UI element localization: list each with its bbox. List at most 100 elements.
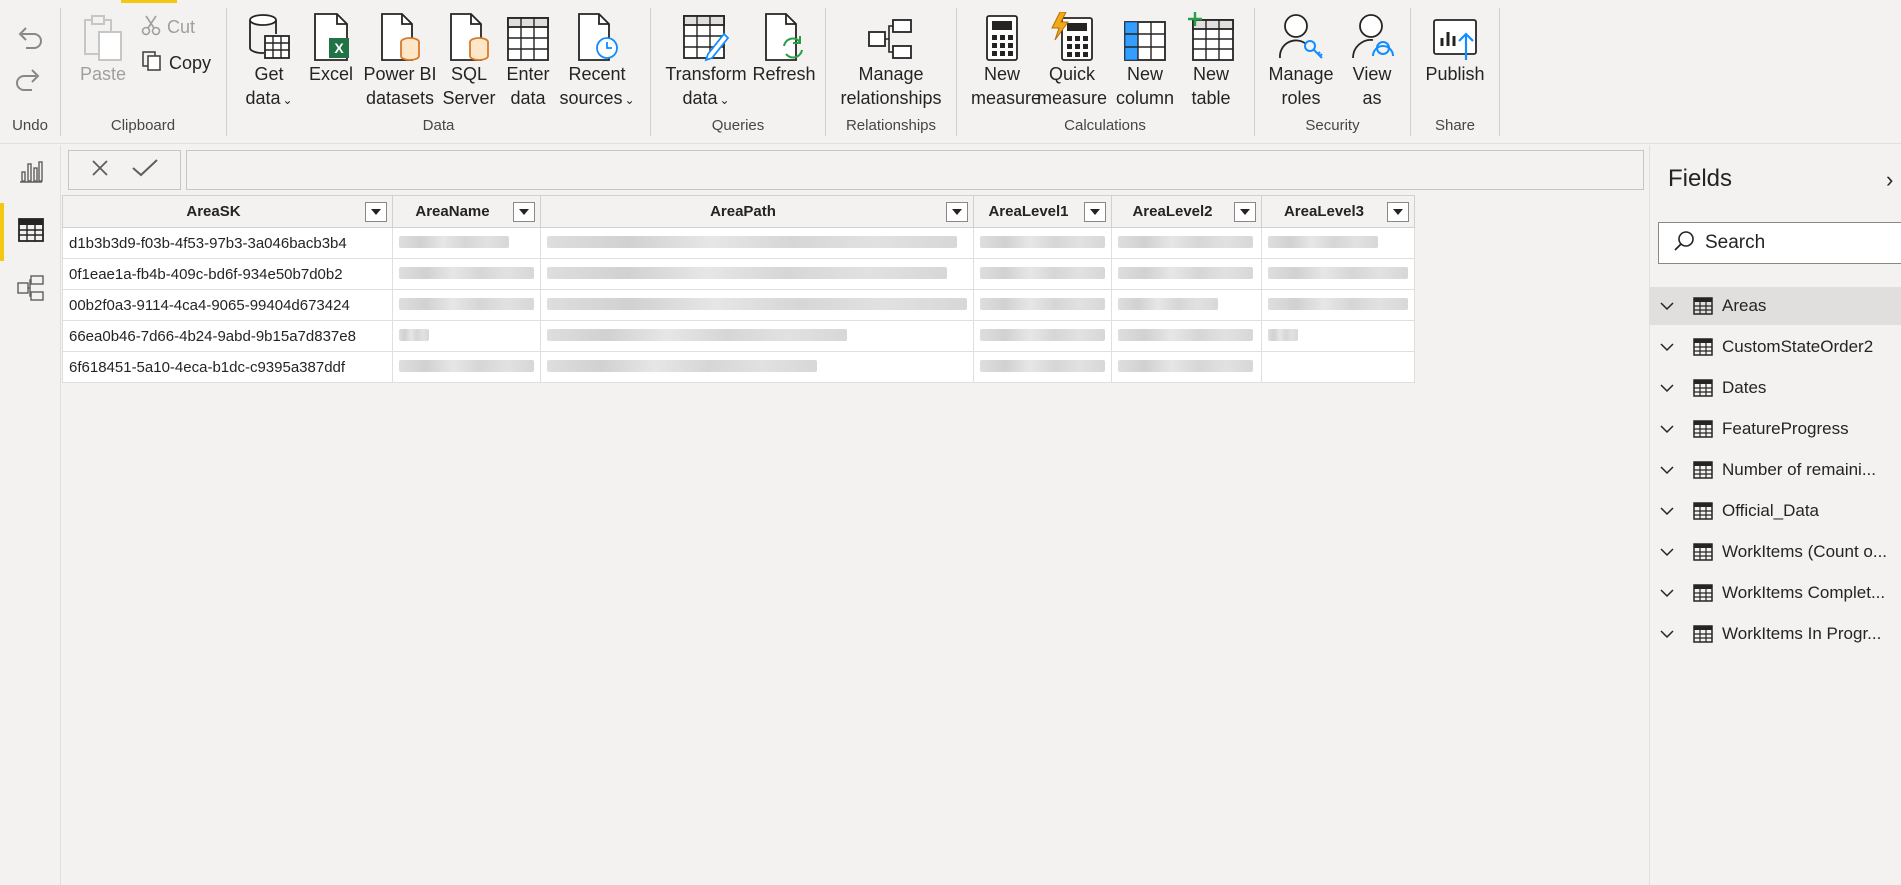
power-bi-datasets-button[interactable]: Power BI datasets: [361, 10, 439, 110]
field-table-official-data[interactable]: Official_Data: [1650, 492, 1901, 530]
field-table-customstateorder2[interactable]: CustomStateOrder2: [1650, 328, 1901, 366]
column-header-areaname[interactable]: AreaName: [392, 195, 541, 228]
fields-search-input[interactable]: [1705, 232, 1885, 254]
chevron-down-icon[interactable]: [1650, 301, 1684, 311]
cancel-icon[interactable]: [90, 158, 110, 183]
column-header-areask[interactable]: AreaSK: [62, 195, 393, 228]
manage-roles-button[interactable]: Manage roles: [1265, 10, 1337, 110]
relationships-icon: [834, 10, 948, 62]
cell-redacted[interactable]: [540, 289, 974, 321]
cell-areask[interactable]: d1b3b3d9-f03b-4f53-97b3-3a046bacb3b4: [62, 227, 393, 259]
field-table-workitems-count[interactable]: WorkItems (Count o...: [1650, 533, 1901, 571]
field-table-featureprogress[interactable]: FeatureProgress: [1650, 410, 1901, 448]
table-row: 0f1eae1a-fb4b-409c-bd6f-934e50b7d0b2: [62, 258, 1415, 290]
cut-button[interactable]: Cut: [141, 14, 195, 41]
field-table-workitems-completed[interactable]: WorkItems Complet...: [1650, 574, 1901, 612]
filter-dropdown-icon[interactable]: [1234, 202, 1256, 222]
refresh-button[interactable]: Refresh: [751, 10, 817, 86]
chevron-down-icon[interactable]: [1650, 588, 1684, 598]
cell-redacted[interactable]: [973, 320, 1112, 352]
model-view-button[interactable]: [0, 261, 61, 319]
chevron-down-icon[interactable]: [1650, 424, 1684, 434]
cell-redacted[interactable]: [973, 227, 1112, 259]
chevron-down-icon[interactable]: [1650, 506, 1684, 516]
cell-redacted[interactable]: [540, 258, 974, 290]
cell-redacted[interactable]: [392, 351, 541, 383]
cell-redacted[interactable]: [1261, 227, 1415, 259]
filter-dropdown-icon[interactable]: [365, 202, 387, 222]
paste-button[interactable]: Paste: [77, 10, 129, 86]
redo-icon[interactable]: [14, 68, 44, 99]
cell-redacted[interactable]: [973, 351, 1112, 383]
chevron-down-icon[interactable]: [1650, 547, 1684, 557]
chevron-down-icon[interactable]: [1650, 342, 1684, 352]
new-measure-button[interactable]: New measure: [971, 10, 1041, 110]
cell-redacted[interactable]: [973, 258, 1112, 290]
new-column-button[interactable]: New column: [1109, 10, 1181, 110]
publish-button[interactable]: Publish: [1421, 10, 1489, 86]
cell-redacted[interactable]: [1111, 320, 1262, 352]
chevron-down-icon[interactable]: [1650, 465, 1684, 475]
cell-redacted[interactable]: [540, 351, 974, 383]
manage-relationships-button[interactable]: Manage relationships: [834, 10, 948, 110]
filter-dropdown-icon[interactable]: [513, 202, 535, 222]
cell-redacted[interactable]: [1111, 227, 1262, 259]
column-header-arealevel1[interactable]: AreaLevel1: [973, 195, 1112, 228]
get-data-button[interactable]: Get data ⌄: [239, 10, 299, 112]
table-icon: [1684, 461, 1722, 479]
table-row: 6f618451-5a10-4eca-b1dc-c9395a387ddf: [62, 351, 1415, 383]
cell-redacted[interactable]: [392, 227, 541, 259]
cell-redacted[interactable]: [1261, 320, 1415, 352]
cell-redacted[interactable]: [1111, 351, 1262, 383]
formula-input[interactable]: [186, 150, 1644, 190]
transform-data-label: Transform data ⌄: [665, 64, 747, 108]
cell-areask[interactable]: 0f1eae1a-fb4b-409c-bd6f-934e50b7d0b2: [62, 258, 393, 290]
quick-measure-button[interactable]: Quick measure: [1037, 10, 1107, 110]
cell-redacted[interactable]: [1111, 289, 1262, 321]
cell-redacted[interactable]: [973, 289, 1112, 321]
commit-checkmark-icon[interactable]: [131, 158, 159, 183]
filter-dropdown-icon[interactable]: [946, 202, 968, 222]
cell-redacted[interactable]: [392, 258, 541, 290]
chevron-down-icon[interactable]: [1650, 383, 1684, 393]
svg-text:X: X: [334, 40, 344, 56]
column-header-arealevel2[interactable]: AreaLevel2: [1111, 195, 1262, 228]
undo-icon[interactable]: [14, 26, 44, 57]
data-view-button[interactable]: [0, 203, 61, 261]
cell-redacted[interactable]: [1111, 258, 1262, 290]
field-table-name: WorkItems Complet...: [1722, 583, 1886, 602]
column-header-arealevel3[interactable]: AreaLevel3: [1261, 195, 1415, 228]
view-as-button[interactable]: View as: [1343, 10, 1401, 110]
transform-data-button[interactable]: Transform data ⌄: [663, 10, 749, 112]
excel-icon: X: [305, 10, 357, 62]
cell-redacted[interactable]: [1261, 258, 1415, 290]
cell-areask[interactable]: 66ea0b46-7d66-4b24-9abd-9b15a7d837e8: [62, 320, 393, 352]
cell-redacted[interactable]: [540, 227, 974, 259]
report-view-button[interactable]: [0, 145, 61, 203]
field-table-workitems-in-progress[interactable]: WorkItems In Progr...: [1650, 615, 1901, 653]
new-table-button[interactable]: New table: [1183, 10, 1239, 110]
enter-data-button[interactable]: Enter data: [501, 10, 555, 110]
cell-empty[interactable]: [1261, 351, 1415, 383]
fields-search-box[interactable]: [1658, 222, 1901, 264]
filter-dropdown-icon[interactable]: [1387, 202, 1409, 222]
filter-dropdown-icon[interactable]: [1084, 202, 1106, 222]
copy-button[interactable]: Copy: [141, 50, 211, 77]
field-table-dates[interactable]: Dates: [1650, 369, 1901, 407]
enter-data-label: Enter data: [506, 64, 550, 108]
cell-areask[interactable]: 00b2f0a3-9114-4ca4-9065-99404d673424: [62, 289, 393, 321]
chevron-down-icon[interactable]: [1650, 629, 1684, 639]
data-canvas: AreaSK AreaName AreaPath AreaLevel1 Area…: [62, 195, 1648, 885]
cell-redacted[interactable]: [392, 320, 541, 352]
collapse-pane-icon[interactable]: ›: [1886, 167, 1893, 193]
cell-redacted[interactable]: [540, 320, 974, 352]
field-table-areas[interactable]: Areas: [1650, 287, 1901, 325]
cell-redacted[interactable]: [1261, 289, 1415, 321]
recent-sources-button[interactable]: Recent sources ⌄: [557, 10, 637, 112]
cell-areask[interactable]: 6f618451-5a10-4eca-b1dc-c9395a387ddf: [62, 351, 393, 383]
column-header-areapath[interactable]: AreaPath: [540, 195, 974, 228]
sql-server-button[interactable]: SQL Server: [441, 10, 497, 110]
field-table-number-of-remaining[interactable]: Number of remaini...: [1650, 451, 1901, 489]
excel-button[interactable]: X Excel: [305, 10, 357, 86]
cell-redacted[interactable]: [392, 289, 541, 321]
